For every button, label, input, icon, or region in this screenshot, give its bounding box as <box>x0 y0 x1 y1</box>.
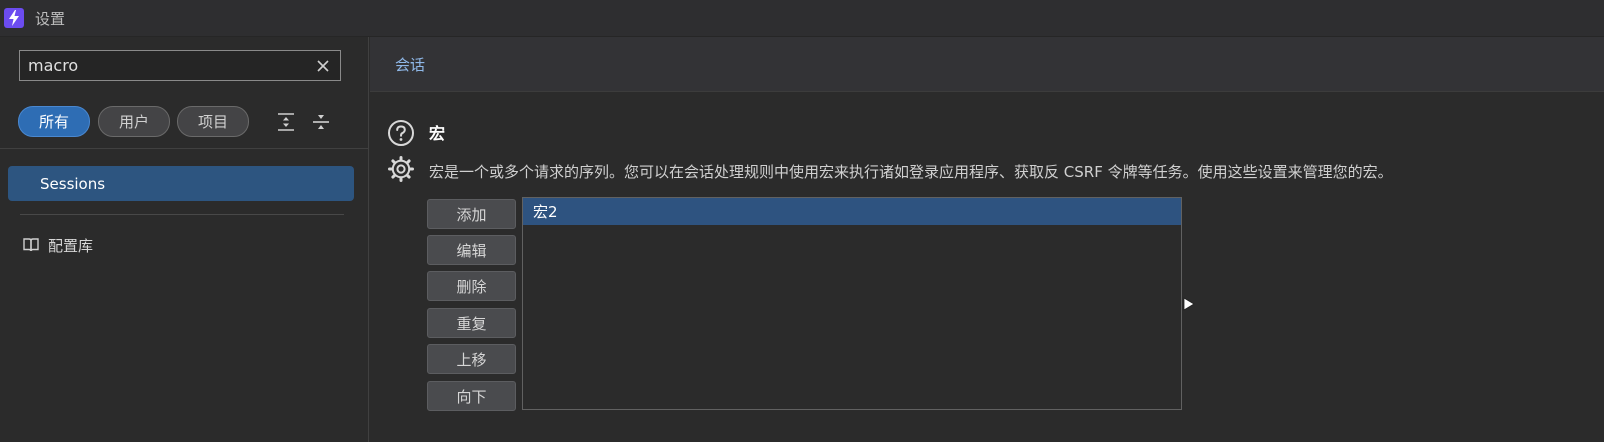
filter-user-button[interactable]: 用户 <box>98 106 170 137</box>
search-box <box>19 50 341 81</box>
pointer-cursor-icon <box>1183 297 1195 311</box>
filter-all-button[interactable]: 所有 <box>18 106 90 137</box>
sidebar-item-library[interactable]: 配置库 <box>22 232 93 258</box>
expand-all-icon[interactable] <box>274 110 298 134</box>
search-input[interactable] <box>20 51 312 80</box>
move-up-button[interactable]: 上移 <box>427 344 516 374</box>
lightning-bolt-icon <box>4 8 24 28</box>
sidebar: 所有 用户 项目 Sessions 配置库 <box>0 37 369 442</box>
section-description: 宏是一个或多个请求的序列。您可以在会话处理规则中使用宏来执行诸如登录应用程序、获… <box>429 163 1393 181</box>
window-title: 设置 <box>35 9 66 28</box>
sidebar-divider <box>0 148 369 149</box>
macro-list[interactable]: 宏2 <box>522 197 1182 410</box>
breadcrumb: 会话 <box>370 37 1604 92</box>
scope-filter: 所有 用户 项目 <box>18 106 348 137</box>
collapse-all-icon[interactable] <box>309 110 333 134</box>
help-icon[interactable] <box>387 119 415 147</box>
main-panel: 会话 宏 宏是一个或多个请求的序列。您可以在会话处理规则中使用宏来执行诸如登录应… <box>370 37 1604 442</box>
duplicate-button[interactable]: 重复 <box>427 308 516 338</box>
close-icon[interactable] <box>312 55 334 77</box>
nav-divider <box>20 214 344 215</box>
edit-button[interactable]: 编辑 <box>427 235 516 265</box>
move-down-button[interactable]: 向下 <box>427 381 516 411</box>
delete-button[interactable]: 删除 <box>427 271 516 301</box>
sidebar-item-sessions[interactable]: Sessions <box>8 166 354 201</box>
section-title: 宏 <box>429 124 446 143</box>
sidebar-item-label: 配置库 <box>48 236 94 255</box>
list-item[interactable]: 宏2 <box>523 198 1181 225</box>
breadcrumb-sessions[interactable]: 会话 <box>395 54 425 75</box>
filter-project-button[interactable]: 项目 <box>177 106 249 137</box>
add-button[interactable]: 添加 <box>427 199 516 229</box>
gear-icon[interactable] <box>387 155 415 183</box>
book-icon <box>22 236 40 254</box>
title-bar: 设置 <box>0 0 1604 37</box>
